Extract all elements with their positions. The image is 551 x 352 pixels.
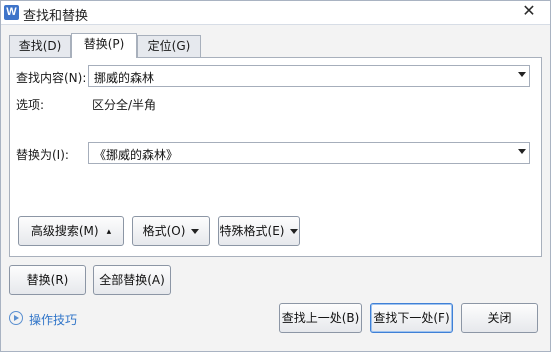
replace-input[interactable]: 《挪威的森林》 xyxy=(88,142,530,164)
advanced-search-button[interactable]: 高级搜索(M) ▴ xyxy=(18,216,124,246)
window-title: 查找和替换 xyxy=(23,9,89,24)
options-label: 选项: xyxy=(16,98,45,112)
find-previous-button[interactable]: 查找上一处(B) xyxy=(279,303,362,333)
find-input[interactable]: 挪威的森林 xyxy=(88,65,530,87)
chevron-down-icon[interactable] xyxy=(518,149,526,154)
options-value: 区分全/半角 xyxy=(92,98,157,112)
format-button[interactable]: 格式(O) xyxy=(132,216,210,246)
special-format-button[interactable]: 特殊格式(E) xyxy=(218,216,300,246)
tab-find[interactable]: 查找(D) xyxy=(9,35,71,57)
replace-tab-panel: 查找内容(N): 挪威的森林 选项: 区分全/半角 替换为(I): 《挪威的森林… xyxy=(9,57,542,257)
replace-label: 替换为(I): xyxy=(16,148,69,162)
advanced-search-label: 高级搜索(M) xyxy=(30,224,99,238)
find-replace-dialog: W 查找和替换 ✕ 查找(D) 替换(P) 定位(G) 查找内容(N): 挪威的… xyxy=(0,0,551,352)
replace-input-value: 《挪威的森林》 xyxy=(94,148,179,162)
title-bar[interactable]: W 查找和替换 ✕ xyxy=(1,1,550,25)
replace-all-button[interactable]: 全部替换(A) xyxy=(93,265,171,295)
expand-icon: ▴ xyxy=(106,226,112,237)
play-icon xyxy=(9,311,23,325)
wps-writer-icon: W xyxy=(4,5,19,20)
close-button[interactable]: 关闭 xyxy=(461,303,538,333)
replace-button[interactable]: 替换(R) xyxy=(9,265,86,295)
find-input-value: 挪威的森林 xyxy=(94,71,155,85)
find-label: 查找内容(N): xyxy=(16,71,87,85)
chevron-down-icon xyxy=(191,229,200,234)
special-format-label: 特殊格式(E) xyxy=(219,224,285,238)
close-icon[interactable]: ✕ xyxy=(512,1,546,21)
chevron-down-icon xyxy=(290,229,299,234)
tips-label: 操作技巧 xyxy=(29,313,78,327)
chevron-down-icon[interactable] xyxy=(518,72,526,77)
tab-goto[interactable]: 定位(G) xyxy=(137,35,201,57)
format-label: 格式(O) xyxy=(142,224,186,238)
tab-replace[interactable]: 替换(P) xyxy=(71,33,137,58)
find-next-button[interactable]: 查找下一处(F) xyxy=(370,303,453,333)
